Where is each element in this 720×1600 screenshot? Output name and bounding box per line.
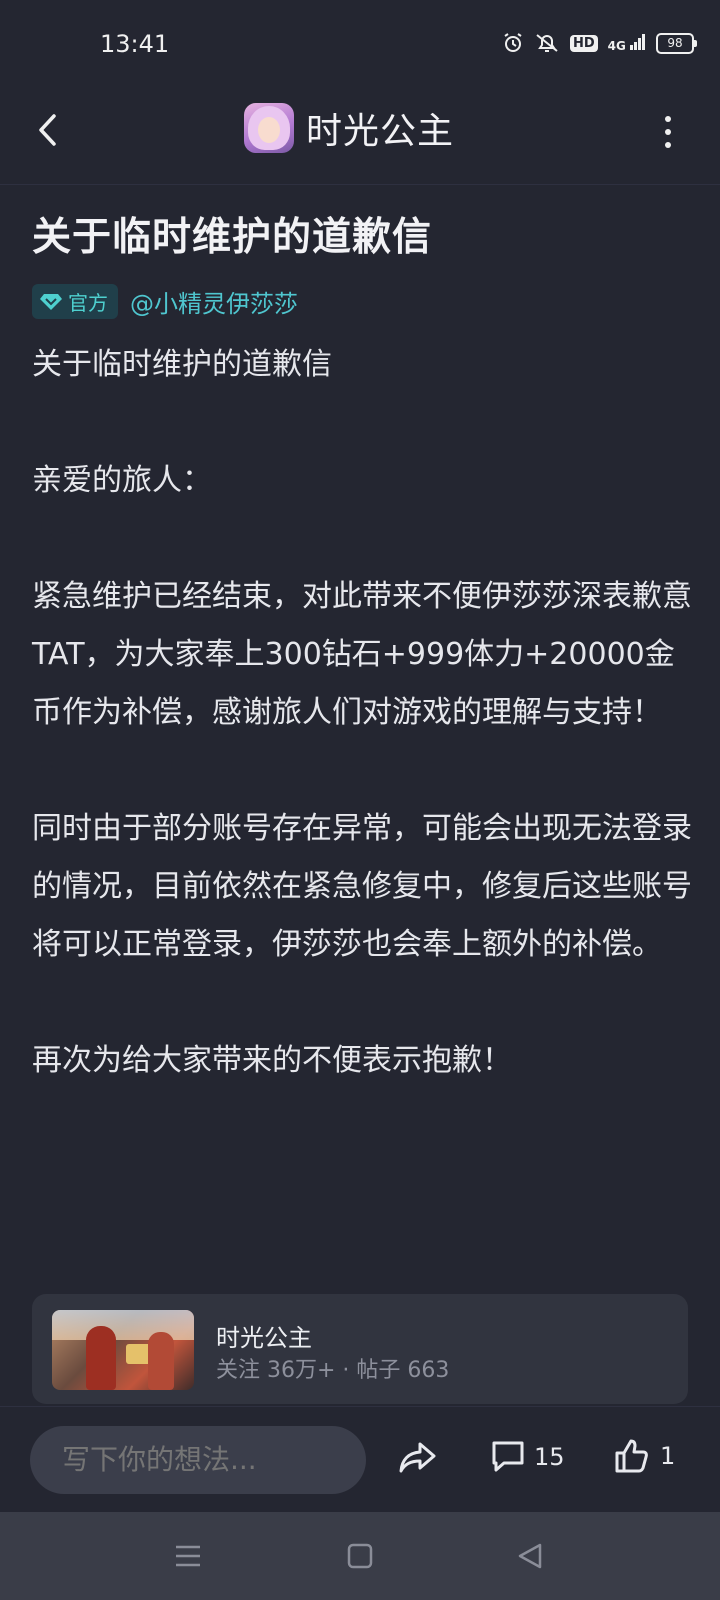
comment-icon xyxy=(492,1441,524,1472)
signal-4g-icon: 4G xyxy=(607,33,646,53)
battery-icon: 98 xyxy=(656,32,697,54)
network-label: 4G xyxy=(607,38,626,53)
app-header[interactable]: 时光公主 xyxy=(244,102,454,154)
diamond-icon xyxy=(40,293,62,310)
top-bar: 时光公主 xyxy=(0,88,720,185)
back-triangle-icon[interactable] xyxy=(510,1540,550,1572)
post-paragraph: 亲爱的旅人： xyxy=(32,463,212,498)
official-badge: 官方 xyxy=(32,284,118,319)
status-bar: 13:41 HD 4G 98 xyxy=(0,0,720,88)
post-body: 关于临时维护的道歉信 亲爱的旅人： 紧急维护已经结束，对此带来不便伊莎莎深表歉意… xyxy=(32,336,692,1090)
share-icon xyxy=(399,1442,436,1473)
status-time: 13:41 xyxy=(100,30,170,58)
back-button[interactable] xyxy=(26,108,70,152)
mute-icon xyxy=(536,34,558,52)
bottom-divider xyxy=(0,1406,720,1407)
forum-thumbnail xyxy=(52,1310,194,1390)
system-nav-bar xyxy=(0,1512,720,1600)
post-paragraph: 再次为给大家带来的不便表示抱歉！ xyxy=(32,1043,512,1078)
princess-avatar-icon xyxy=(244,103,294,153)
thumbs-up-icon xyxy=(615,1439,648,1473)
share-button[interactable] xyxy=(398,1440,442,1480)
status-icons: HD 4G 98 xyxy=(502,32,697,54)
chevron-left-icon xyxy=(39,114,56,146)
like-button[interactable]: 1 xyxy=(614,1438,675,1474)
like-count: 1 xyxy=(660,1442,676,1470)
more-vertical-icon[interactable] xyxy=(658,110,678,154)
author-row: 官方 @小精灵伊莎莎 xyxy=(32,284,298,319)
comment-count: 15 xyxy=(534,1443,565,1471)
post-paragraph: 同时由于部分账号存在异常，可能会出现无法登录的情况，目前依然在紧急修复中，修复后… xyxy=(32,811,692,962)
forum-card[interactable]: 时光公主 关注 36万+ · 帖子 663 xyxy=(32,1294,688,1404)
author-link[interactable]: @小精灵伊莎莎 xyxy=(130,284,298,319)
menu-icon[interactable] xyxy=(168,1540,208,1572)
post-title: 关于临时维护的道歉信 xyxy=(32,215,433,260)
forum-name: 时光公主 xyxy=(216,1324,312,1352)
alarm-icon xyxy=(504,33,522,52)
official-badge-label: 官方 xyxy=(68,291,108,315)
home-square-icon[interactable] xyxy=(340,1540,380,1572)
comment-input[interactable] xyxy=(30,1426,366,1494)
app-title: 时光公主 xyxy=(306,111,455,152)
forum-stats: 关注 36万+ · 帖子 663 xyxy=(216,1358,450,1383)
comment-button[interactable]: 15 xyxy=(490,1440,565,1474)
post-paragraph: 紧急维护已经结束，对此带来不便伊莎莎深表歉意TAT，为大家奉上300钻石+999… xyxy=(32,579,692,730)
post-paragraph: 关于临时维护的道歉信 xyxy=(32,347,332,382)
battery-level: 98 xyxy=(667,35,683,50)
hd-icon: HD xyxy=(569,34,598,52)
